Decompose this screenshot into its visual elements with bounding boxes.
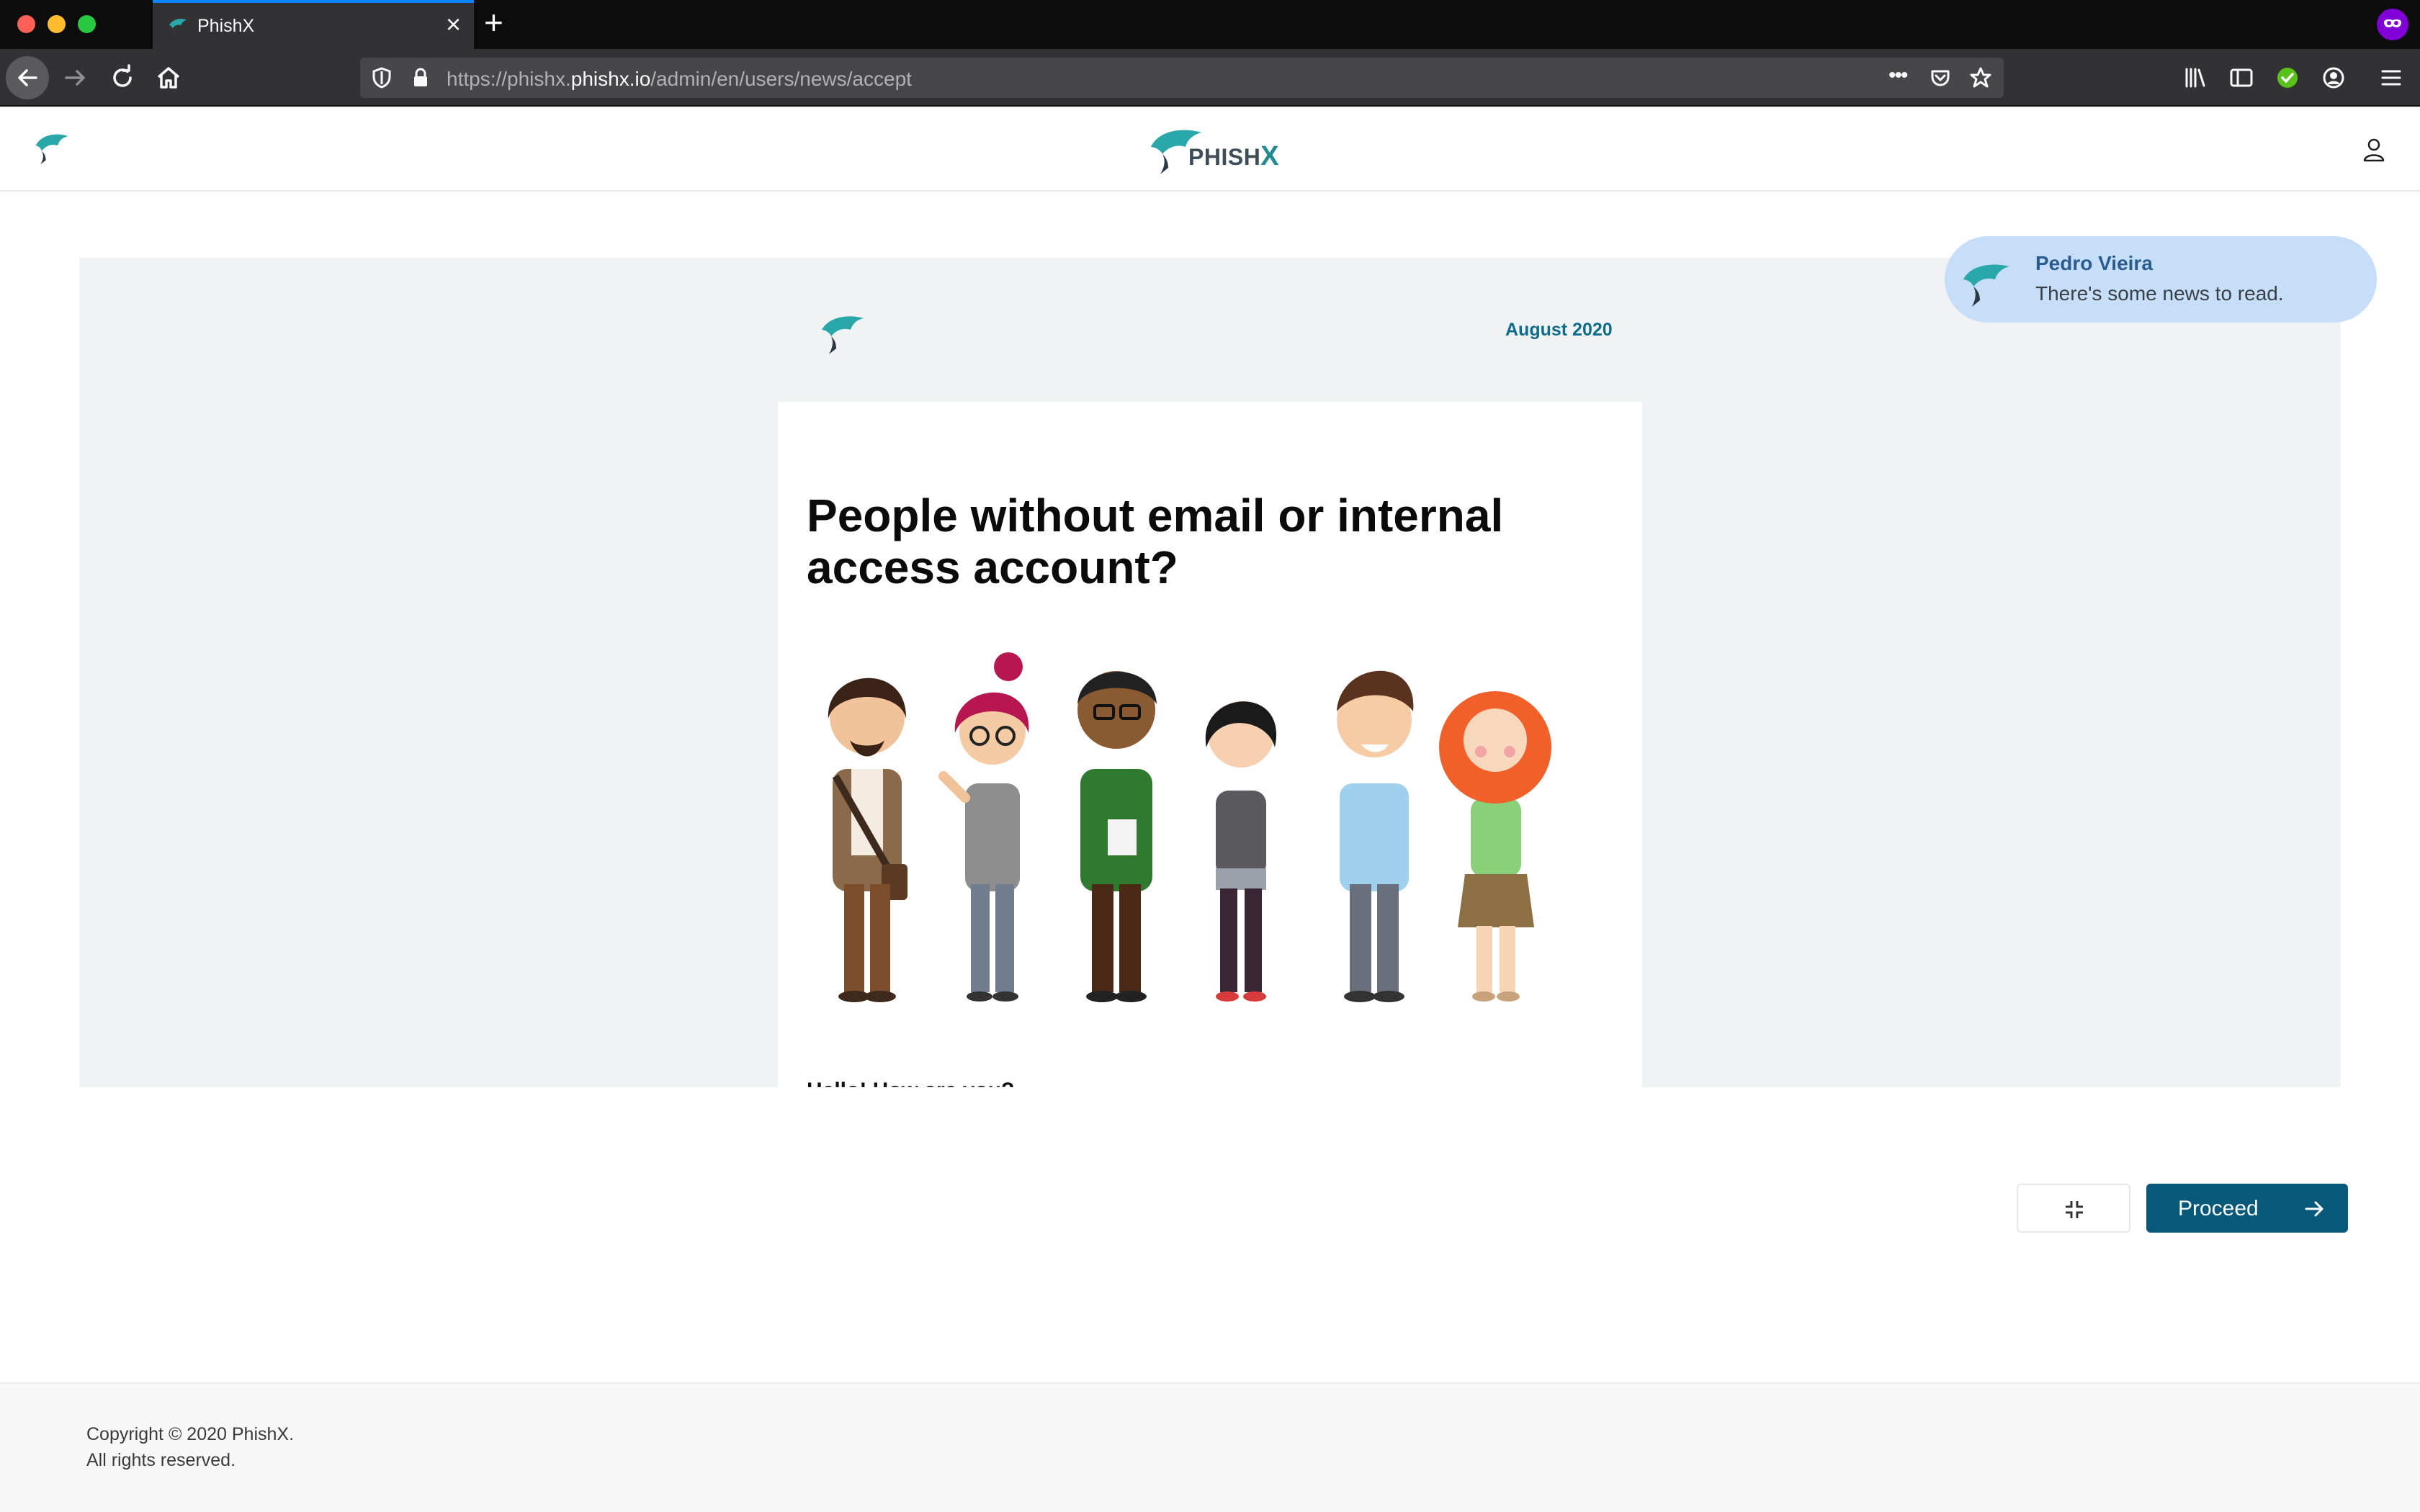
window-close-button[interactable]: [17, 15, 35, 33]
user-profile-icon[interactable]: [2360, 135, 2388, 164]
tab-close-icon[interactable]: ×: [446, 12, 461, 37]
news-notification-toast[interactable]: Pedro Vieira There's some news to read.: [1945, 236, 2377, 323]
url-domain: phishx.io: [570, 68, 651, 90]
proceed-button[interactable]: Proceed: [2146, 1184, 2348, 1233]
person-1: [828, 678, 908, 1002]
tab-title: PhishX: [197, 16, 255, 36]
back-arrow-icon: [18, 69, 37, 86]
people-group-illustration: [828, 652, 1551, 1002]
brand-logo[interactable]: PHISHX: [1147, 121, 1279, 176]
app-header: PHISHX: [0, 107, 2420, 192]
account-icon[interactable]: [2319, 63, 2348, 92]
person-6: [1439, 691, 1551, 1002]
news-date: August 2020: [1505, 320, 1613, 340]
notification-sender: Pedro Vieira: [2035, 252, 2153, 274]
home-icon[interactable]: [154, 63, 183, 92]
brand-name: PHISH: [1188, 144, 1261, 170]
window-zoom-button[interactable]: [78, 15, 96, 33]
person-3: [1077, 671, 1157, 1002]
phishx-favicon-icon: [169, 19, 187, 35]
browser-tab-bar: PhishX × +: [0, 0, 2420, 49]
brand-wordmark: PHISHX: [1188, 141, 1279, 172]
window-minimize-button[interactable]: [48, 15, 66, 33]
person-5: [1337, 670, 1414, 1002]
pocket-icon[interactable]: [1927, 65, 1953, 91]
exit-fullscreen-button[interactable]: [2017, 1184, 2130, 1233]
person-4: [1205, 701, 1277, 1002]
sidebar-toggle-icon[interactable]: [2227, 63, 2256, 92]
tracking-protection-shield-icon[interactable]: [369, 65, 395, 91]
lock-icon[interactable]: [408, 65, 434, 91]
news-article-card: People without email or internal access …: [778, 402, 1642, 1087]
news-body-cutoff: Hello! How are you?: [807, 1079, 1014, 1087]
url-text: https://phishx.phishx.io/admin/en/users/…: [447, 68, 912, 91]
footer-copyright: Copyright © 2020 PhishX.: [86, 1424, 295, 1444]
library-icon[interactable]: [2181, 63, 2210, 92]
forward-arrow-icon[interactable]: [60, 63, 89, 92]
proceed-button-label: Proceed: [2178, 1197, 2259, 1220]
back-button[interactable]: [6, 56, 49, 99]
notification-message: There's some news to read.: [2035, 282, 2284, 305]
arrow-right-icon: [2305, 1201, 2323, 1217]
new-tab-icon[interactable]: +: [484, 6, 503, 39]
phishx-logo-icon[interactable]: [32, 127, 72, 167]
bookmark-star-icon[interactable]: [1968, 65, 1994, 91]
extension-check-icon[interactable]: [2273, 63, 2302, 92]
browser-navigation-bar: https://phishx.phishx.io/admin/en/users/…: [0, 49, 2420, 107]
page-actions-icon[interactable]: •••: [1888, 63, 1908, 88]
private-browsing-icon[interactable]: [2377, 9, 2408, 40]
news-title: People without email or internal access …: [807, 490, 1504, 593]
page-footer: Copyright © 2020 PhishX. All rights rese…: [0, 1382, 2420, 1512]
collapse-icon: [2066, 1201, 2083, 1218]
url-prefix: https://phishx.: [447, 68, 571, 90]
hamburger-menu-icon[interactable]: [2377, 63, 2406, 92]
brand-x: X: [1260, 141, 1280, 171]
address-bar[interactable]: https://phishx.phishx.io/admin/en/users/…: [360, 58, 2004, 98]
news-viewer[interactable]: August 2020 People without email or inte…: [79, 258, 2341, 1087]
url-path: /admin/en/users/news/accept: [650, 68, 912, 90]
reload-icon[interactable]: [108, 63, 137, 92]
person-2: [938, 652, 1029, 1002]
footer-rights: All rights reserved.: [86, 1450, 236, 1470]
browser-tab-phishx[interactable]: PhishX ×: [153, 0, 474, 49]
notification-avatar-icon: [1963, 264, 2009, 307]
news-logo-icon: [822, 316, 864, 354]
